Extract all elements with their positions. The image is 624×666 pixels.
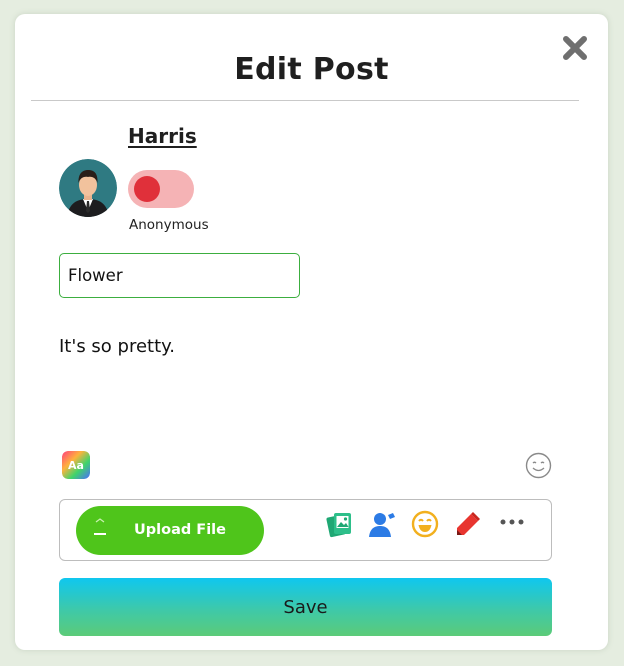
post-body-text[interactable]: It's so pretty. [59, 336, 175, 357]
upload-file-label: Upload File [134, 522, 226, 538]
title-divider [31, 100, 579, 101]
post-title-input[interactable] [59, 253, 300, 298]
avatar [59, 159, 117, 217]
toggle-knob [134, 176, 160, 202]
author-name[interactable]: Harris [128, 124, 197, 148]
anonymous-toggle[interactable] [128, 170, 194, 208]
dialog-title: Edit Post [234, 52, 389, 87]
post-toolbar: Upload File [59, 499, 552, 561]
smiley-icon[interactable] [525, 452, 552, 479]
user-avatar-icon [59, 159, 117, 217]
upload-icon [94, 518, 106, 535]
upload-file-button[interactable]: Upload File [76, 506, 264, 555]
edit-post-dialog: Edit Post Harris Anonymous It's so prett… [15, 14, 608, 650]
feeling-emoji-icon[interactable] [411, 510, 439, 538]
tag-person-icon[interactable] [368, 510, 396, 538]
text-format-label: Aa [68, 458, 84, 472]
photo-gallery-icon[interactable] [325, 510, 353, 538]
draw-pen-icon[interactable] [454, 510, 482, 538]
save-button[interactable]: Save [59, 578, 552, 636]
more-options-icon[interactable] [498, 510, 526, 538]
text-format-button[interactable]: Aa [62, 451, 90, 479]
anonymous-label: Anonymous [129, 217, 209, 233]
